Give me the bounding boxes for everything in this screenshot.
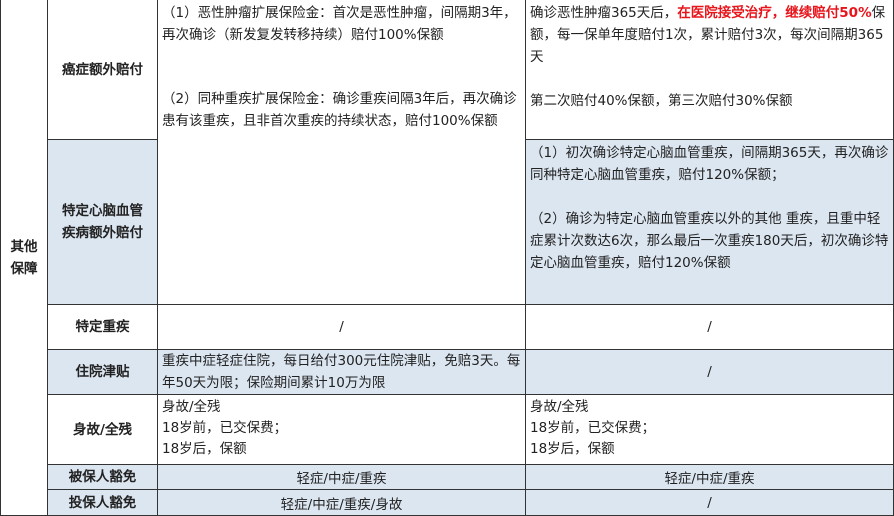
cell-value: /: [707, 364, 712, 380]
row-label-text: 投保人豁免: [68, 494, 137, 511]
row-label-text: 被保人豁免: [68, 469, 137, 485]
cell-value: 轻症/中症/重疾: [296, 471, 387, 487]
row-label-specific-ci: 特定重疾: [48, 305, 158, 350]
specific-ci-plan-a: /: [158, 305, 526, 350]
cell-value: 重疾中症轻症住院，每日给付300元住院津贴，免赔3天。每年50天为限；保险期间累…: [162, 353, 521, 391]
row-label-cancer-extra: 癌症额外赔付: [48, 0, 158, 140]
plan-b-clause-1: 确诊恶性肿瘤365天后，在医院接受治疗，继续赔付50%保额，每一保单年度赔付1次…: [530, 2, 889, 68]
cancer-extra-plan-a: （1）恶性肿瘤扩展保险金：首次是恶性肿瘤，间隔期3年，再次确诊（新发复发转移持续…: [158, 0, 526, 305]
hospital-allowance-plan-b: /: [526, 350, 894, 395]
row-label-insured-waiver: 被保人豁免: [48, 465, 158, 490]
cell-line: 18岁后，保额: [530, 441, 615, 457]
row-label-cardio-extra: 特定心脑血管疾病额外赔付: [48, 140, 158, 305]
row-label-text: 身故/全残: [73, 421, 132, 438]
policyholder-waiver-plan-a: 轻症/中症/重疾/身故: [158, 490, 526, 516]
plan-a-clause-1: （1）恶性肿瘤扩展保险金：首次是恶性肿瘤，间隔期3年，再次确诊（新发复发转移持续…: [162, 5, 517, 43]
cell-value: /: [339, 319, 344, 335]
cardio-extra-plan-b: （1）初次确诊特定心脑血管重疾，间隔期365天，再次确诊同种特定心脑血管重疾，赔…: [526, 140, 894, 305]
death-disability-plan-b: 身故/全残 18岁前，已交保费； 18岁后，保额: [526, 395, 894, 465]
cell-line: 18岁后，保额: [162, 441, 247, 457]
cell-value: /: [707, 494, 712, 511]
death-disability-plan-a: 身故/全残 18岁前，已交保费； 18岁后，保额: [158, 395, 526, 465]
hospital-allowance-plan-a: 重疾中症轻症住院，每日给付300元住院津贴，免赔3天。每年50天为限；保险期间累…: [158, 350, 526, 395]
plan-a-clause-2: （2）同种重疾扩展保险金：确诊重疾间隔3年后，再次确诊患有该重疾，且非首次重疾的…: [162, 91, 517, 129]
insured-waiver-plan-a: 轻症/中症/重疾: [158, 465, 526, 490]
section-label: 其他保障: [10, 238, 38, 277]
row-label-death-disability: 身故/全残: [48, 395, 158, 465]
specific-ci-plan-b: /: [526, 305, 894, 350]
row-label-text: 特定重疾: [75, 319, 130, 335]
insured-waiver-plan-b: 轻症/中症/重疾: [526, 465, 894, 490]
row-label-hospital-allowance: 住院津贴: [48, 350, 158, 395]
row-label-policyholder-waiver: 投保人豁免: [48, 490, 158, 516]
row-label-text: 特定心脑血管疾病额外赔付: [62, 203, 143, 241]
cancer-extra-plan-b: 确诊恶性肿瘤365天后，在医院接受治疗，继续赔付50%保额，每一保单年度赔付1次…: [526, 0, 894, 140]
plan-b-highlight: 在医院接受治疗，继续赔付50%: [677, 5, 872, 21]
cell-line: 18岁前，已交保费；: [530, 420, 656, 436]
cell-value: 轻症/中症/重疾: [664, 471, 755, 487]
cell-line: 身故/全残: [530, 399, 589, 415]
row-label-text: 癌症额外赔付: [62, 61, 143, 78]
row-label-text: 住院津贴: [75, 364, 130, 380]
cell-line: 18岁前，已交保费；: [162, 420, 288, 436]
policyholder-waiver-plan-b: /: [526, 490, 894, 516]
plan-b-clause-1: （1）初次确诊特定心脑血管重疾，间隔期365天，再次确诊同种特定心脑血管重疾，赔…: [530, 145, 889, 183]
plan-b-clause-2: （2）确诊为特定心脑血管重疾以外的其他 重疾，且重中轻症累计次数达6次，那么最后…: [530, 211, 889, 271]
plan-b-clause-2: 第二次赔付40%保额，第三次赔付30%保额: [530, 93, 793, 109]
cell-value: 轻症/中症/重疾/身故: [280, 496, 403, 513]
plan-b-text: 确诊恶性肿瘤365天后，: [530, 5, 678, 21]
cell-value: /: [707, 319, 712, 335]
section-label-cell: 其他保障: [0, 0, 48, 516]
cell-line: 身故/全残: [162, 399, 221, 415]
